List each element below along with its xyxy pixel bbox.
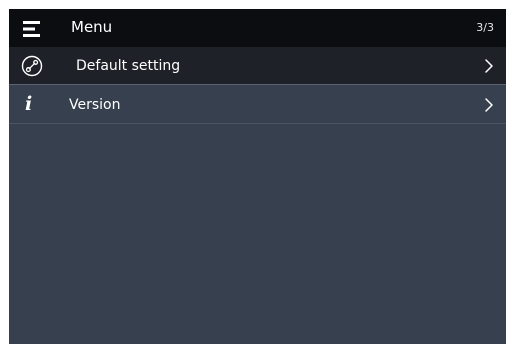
chevron-right-icon <box>485 98 493 112</box>
page-indicator: 3/3 <box>476 21 494 34</box>
menu-header: Menu 3/3 <box>9 9 506 47</box>
menu-item-version[interactable]: i Version <box>9 86 506 124</box>
hamburger-menu-icon[interactable] <box>23 20 41 38</box>
chevron-right-icon <box>485 59 493 73</box>
menu-item-label: Default setting <box>76 58 181 74</box>
menu-item-default-setting[interactable]: Default setting <box>9 47 506 85</box>
page-title: Menu <box>71 18 113 36</box>
wrench-icon <box>21 55 43 77</box>
menu-screen: Menu 3/3 Default setting i Version <box>9 9 506 344</box>
info-icon: i <box>25 93 33 115</box>
menu-item-label: Version <box>69 97 121 113</box>
